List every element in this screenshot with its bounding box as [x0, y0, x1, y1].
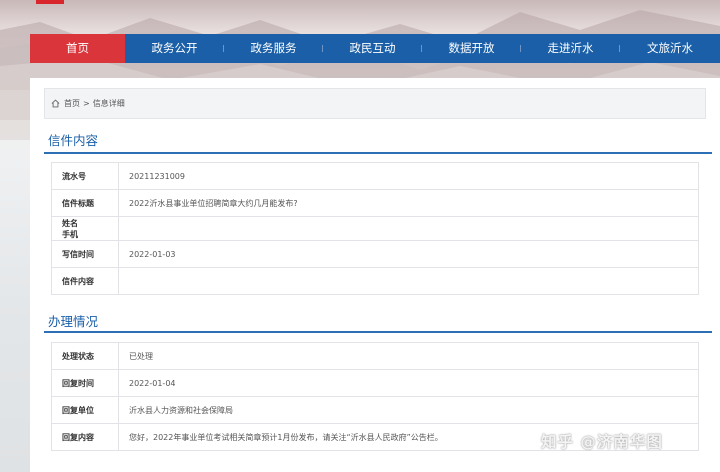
row-value — [118, 267, 699, 295]
row-key: 回复单位 — [51, 396, 119, 424]
nav-item-open-data[interactable]: 数据开放 — [422, 34, 521, 63]
row-key: 姓名 — [62, 218, 78, 228]
nav-item-gov-service[interactable]: 政务服务 — [224, 34, 323, 63]
row-value: 20211231009 — [118, 162, 699, 190]
breadcrumb: 首页 > 信息详细 — [44, 88, 706, 119]
table-row: 姓名 手机 — [51, 216, 699, 241]
letter-section-title: 信件内容 — [48, 133, 99, 148]
nav-item-gov-open[interactable]: 政务公开 — [125, 34, 224, 63]
main-nav: 首页 政务公开 政务服务 政民互动 数据开放 走进沂水 文旅沂水 — [30, 34, 720, 63]
nav-item-culture-tourism[interactable]: 文旅沂水 — [620, 34, 720, 63]
nav-label: 政务服务 — [250, 41, 297, 55]
nav-item-interaction[interactable]: 政民互动 — [323, 34, 422, 63]
row-value: 2022-01-03 — [118, 240, 699, 268]
section-divider — [44, 331, 712, 333]
nav-item-about-yishui[interactable]: 走进沂水 — [521, 34, 620, 63]
table-row: 流水号 20211231009 — [51, 162, 699, 190]
table-row: 写信时间 2022-01-03 — [51, 240, 699, 268]
table-row: 回复单位 沂水县人力资源和社会保障局 — [51, 396, 699, 424]
row-key-pair: 姓名 手机 — [51, 216, 119, 241]
watermark-text: 知乎 @济南华图 — [541, 433, 663, 451]
row-value: 沂水县人力资源和社会保障局 — [118, 396, 699, 424]
row-key: 信件标题 — [51, 189, 119, 217]
nav-label: 政务公开 — [151, 41, 198, 55]
row-value — [118, 216, 699, 241]
home-icon — [51, 99, 60, 108]
row-value: 2022沂水县事业单位招聘简章大约几月能发布? — [118, 189, 699, 217]
breadcrumb-home[interactable]: 首页 — [64, 89, 80, 118]
logo-fragment — [36, 0, 64, 4]
row-key: 处理状态 — [51, 342, 119, 370]
nav-label: 文旅沂水 — [647, 41, 693, 55]
table-row: 处理状态 已处理 — [51, 342, 699, 370]
row-key: 写信时间 — [51, 240, 119, 268]
row-key: 手机 — [62, 229, 78, 239]
row-key: 信件内容 — [51, 267, 119, 295]
table-row: 信件标题 2022沂水县事业单位招聘简章大约几月能发布? — [51, 189, 699, 217]
nav-label: 首页 — [66, 41, 89, 55]
table-row: 回复时间 2022-01-04 — [51, 369, 699, 397]
nav-item-home[interactable]: 首页 — [30, 34, 125, 63]
breadcrumb-separator: > — [83, 99, 90, 108]
breadcrumb-current: 信息详细 — [92, 99, 125, 108]
table-row: 信件内容 — [51, 267, 699, 295]
nav-label: 走进沂水 — [547, 41, 594, 55]
section-divider — [44, 152, 712, 154]
nav-label: 数据开放 — [448, 41, 495, 55]
row-key: 回复内容 — [51, 423, 119, 451]
content-panel: 首页 > 信息详细 信件内容 流水号 20211231009 信件标题 2022… — [30, 78, 720, 472]
row-key: 回复时间 — [51, 369, 119, 397]
nav-label: 政民互动 — [349, 41, 396, 55]
letter-table: 流水号 20211231009 信件标题 2022沂水县事业单位招聘简章大约几月… — [51, 162, 699, 295]
row-value: 2022-01-04 — [118, 369, 699, 397]
handling-section-title: 办理情况 — [48, 314, 99, 329]
row-value: 已处理 — [118, 342, 699, 370]
row-key: 流水号 — [51, 162, 119, 190]
